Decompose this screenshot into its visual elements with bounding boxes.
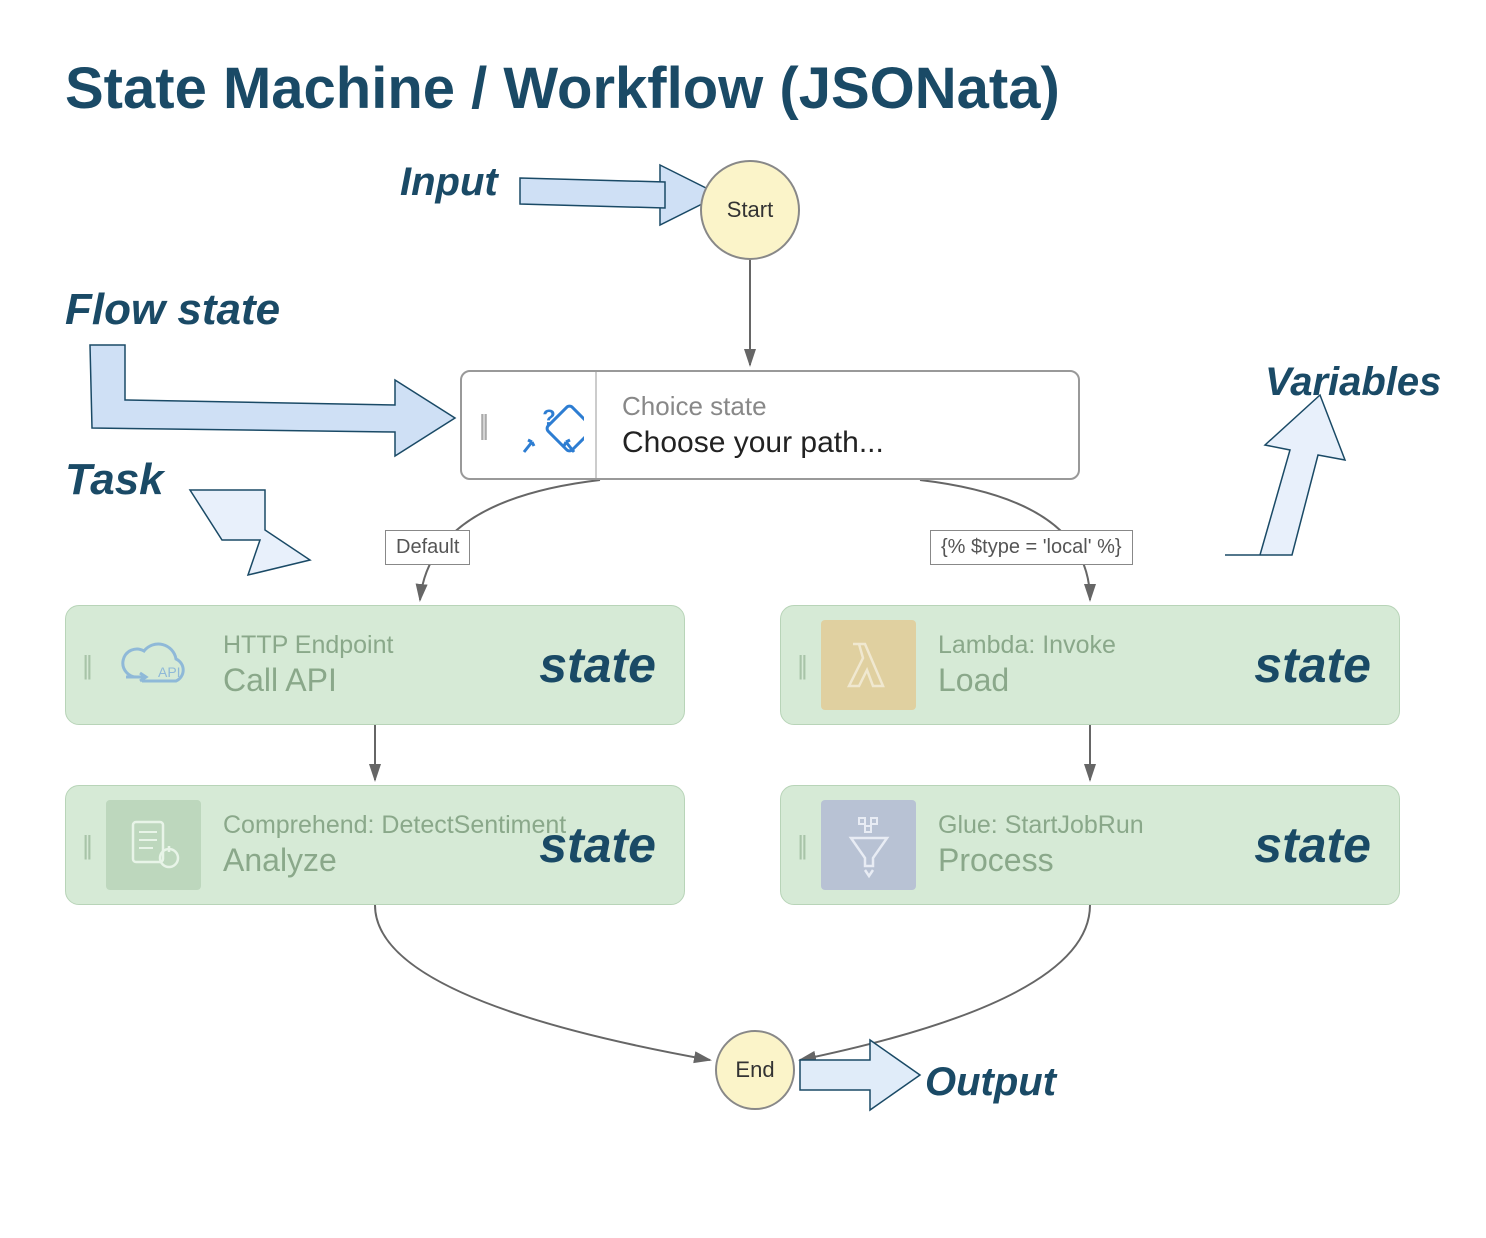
state-process: || Glue: StartJobRun Process state [780, 785, 1400, 905]
drag-handle-icon: || [781, 606, 821, 724]
branch-label-condition: {% $type = 'local' %} [930, 530, 1133, 565]
start-node: Start [700, 160, 800, 260]
state-call-api: || API HTTP Endpoint Call API state [65, 605, 685, 725]
callout-arrow-flowstate [90, 345, 455, 456]
annotation-flow-state: Flow state [65, 285, 280, 335]
choice-icon: ? [502, 372, 597, 478]
end-label: End [735, 1057, 774, 1083]
lambda-icon [821, 620, 916, 710]
choice-state-box: || ? Choice state Choose your path... [460, 370, 1080, 480]
state-badge: state [539, 816, 656, 874]
state-load: || Lambda: Invoke Load state [780, 605, 1400, 725]
drag-handle-icon: || [781, 786, 821, 904]
annotation-input: Input [400, 160, 498, 205]
choice-name: Choose your path... [622, 426, 884, 460]
annotation-task: Task [65, 455, 164, 505]
start-label: Start [727, 197, 773, 223]
svg-text:API: API [158, 664, 181, 680]
annotation-variables: Variables [1265, 360, 1441, 405]
edge-analyze-to-end [375, 905, 710, 1060]
glue-icon [821, 800, 916, 890]
choice-type-label: Choice state [622, 391, 884, 422]
end-node: End [715, 1030, 795, 1110]
drag-handle-icon: || [66, 606, 106, 724]
comprehend-icon [106, 800, 201, 890]
state-badge: state [1254, 816, 1371, 874]
svg-text:?: ? [542, 405, 555, 430]
callout-arrow-output [800, 1040, 920, 1110]
state-badge: state [1254, 636, 1371, 694]
callout-arrow-input [520, 190, 690, 195]
annotation-output: Output [925, 1060, 1056, 1105]
drag-handle-icon: || [66, 786, 106, 904]
callout-arrow-task [190, 490, 310, 575]
callout-arrow-variables [1225, 395, 1345, 555]
diagram-title: State Machine / Workflow (JSONata) [65, 55, 1060, 122]
branch-label-default: Default [385, 530, 470, 565]
state-badge: state [539, 636, 656, 694]
http-endpoint-icon: API [106, 620, 201, 710]
drag-handle-icon: || [462, 372, 502, 478]
state-analyze: || Comprehend: DetectSentiment Analyze s… [65, 785, 685, 905]
edge-process-to-end [800, 905, 1090, 1060]
